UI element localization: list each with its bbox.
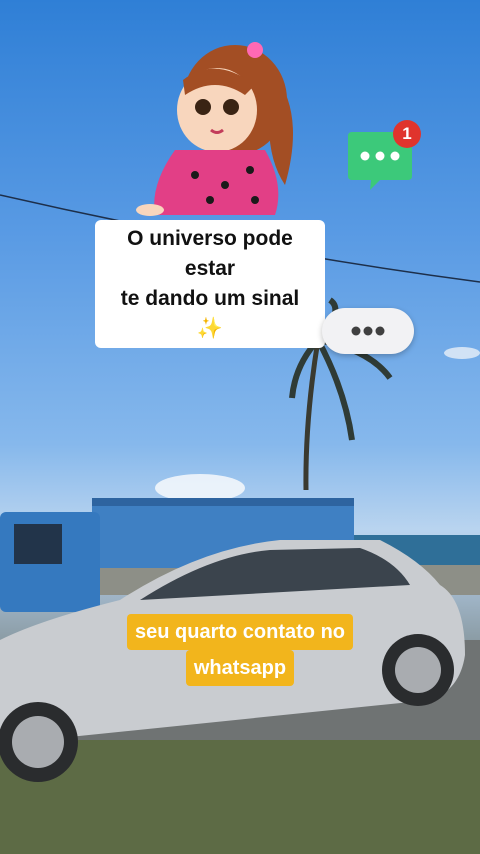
top-caption-line-1: O universo pode estar (127, 227, 293, 280)
bottom-caption-line-1: seu quarto contato no (127, 614, 353, 650)
notification-badge: 1 (393, 120, 421, 148)
video-frame: O universo pode estar te dando um sinal … (0, 0, 480, 854)
girl-cartoon-sticker (136, 42, 293, 216)
typing-bubble (322, 308, 414, 354)
bottom-caption: seu quarto contato no whatsapp (100, 614, 380, 686)
top-caption: O universo pode estar te dando um sinal … (95, 220, 325, 348)
bottom-caption-line-2: whatsapp (185, 650, 295, 686)
top-caption-line-2: te dando um sinal ✨ (120, 287, 300, 340)
typing-dots-icon (351, 326, 385, 336)
chat-notification: 1 (345, 120, 425, 190)
cloud (155, 474, 245, 502)
cloud (444, 347, 480, 359)
